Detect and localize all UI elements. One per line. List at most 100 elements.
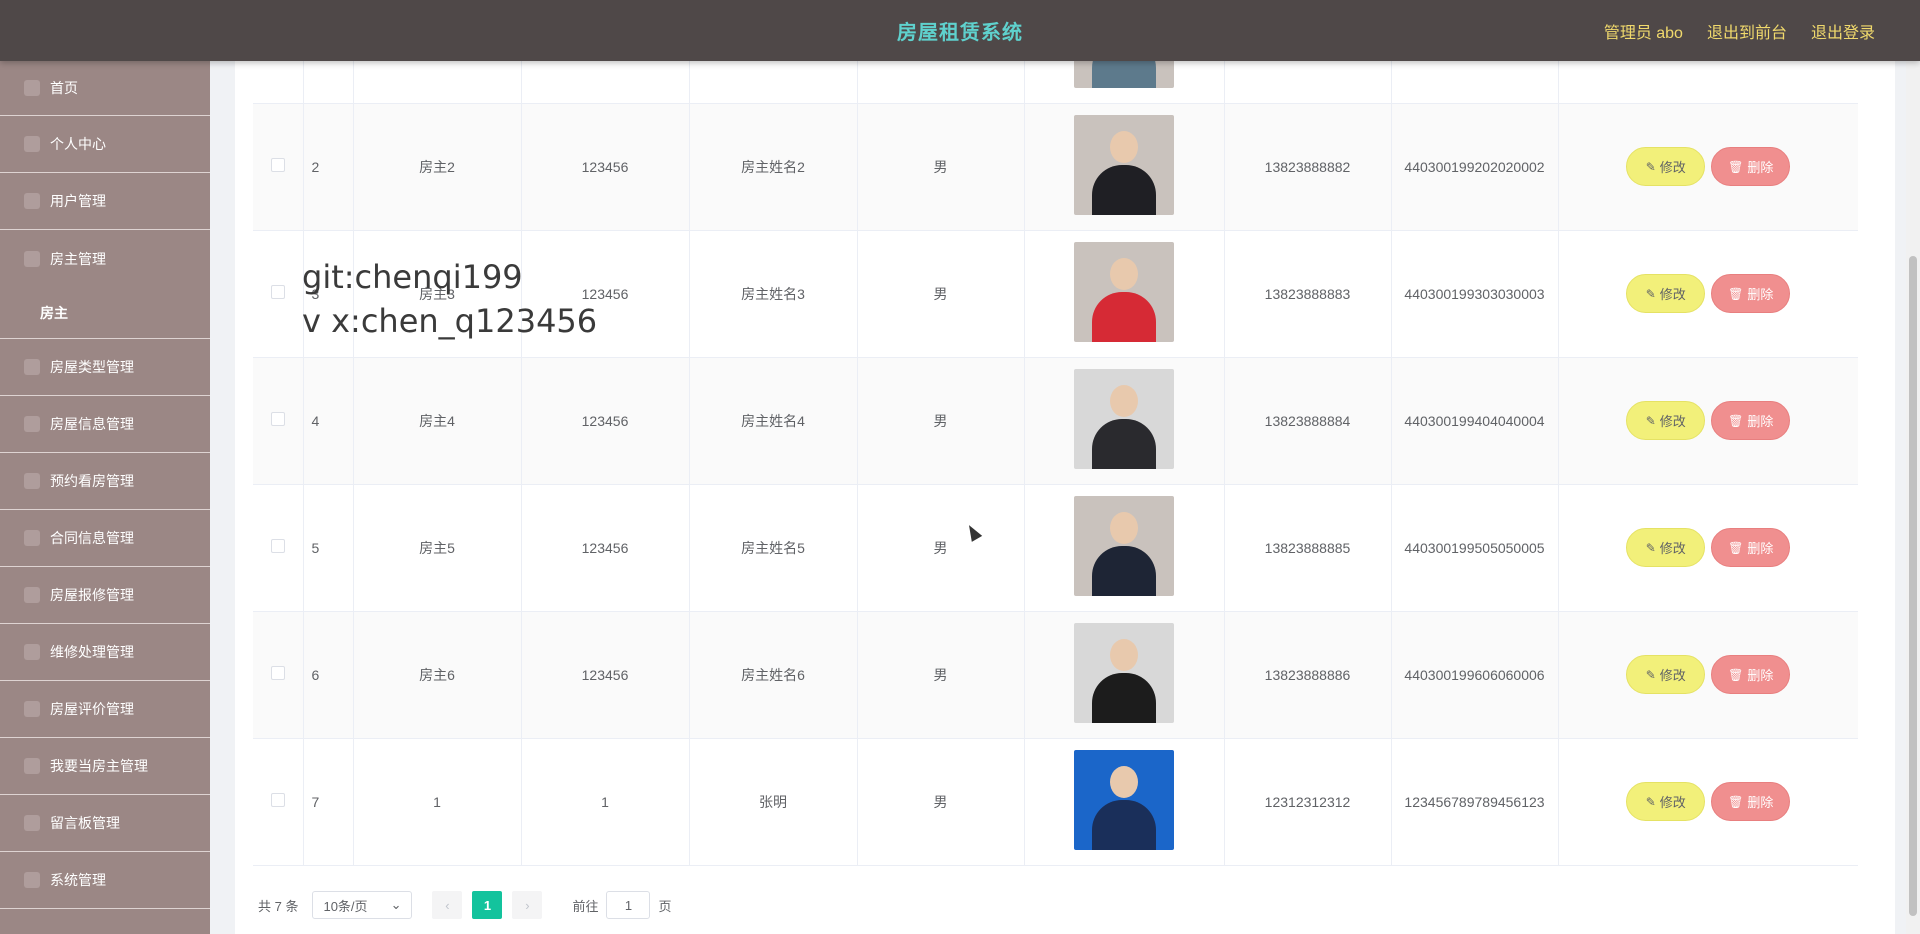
photo-body [1092, 673, 1156, 723]
goto-suffix: 页 [658, 898, 672, 914]
row-index: 4 [303, 357, 354, 485]
prev-page-button[interactable]: ‹ [432, 891, 463, 919]
page-scrollbar[interactable] [1906, 61, 1920, 934]
page-number-button[interactable]: 1 [472, 891, 503, 919]
row-checkbox[interactable] [270, 412, 285, 426]
edit-icon [24, 701, 40, 717]
sidebar-item-label: 房屋类型管理 [50, 359, 134, 375]
sidebar-item-label: 我要当房主管理 [50, 758, 148, 774]
row-checkbox[interactable] [270, 158, 285, 172]
photo-head [1110, 385, 1138, 417]
scrollbar-thumb[interactable] [1909, 256, 1917, 916]
row-index [303, 61, 354, 104]
back-to-front-link[interactable]: 退出到前台 [1707, 19, 1787, 43]
sidebar-item-repairs[interactable]: 房屋报修管理 [0, 567, 210, 624]
landlord-phone: 13823888883 [1224, 230, 1392, 358]
landlord-account: 房主5 [353, 484, 522, 612]
sidebar-item-become-landlord[interactable]: 我要当房主管理 [0, 738, 210, 795]
landlord-phone [1224, 61, 1392, 104]
row-actions: ✎修改🗑删除 [1558, 357, 1858, 485]
trash-icon: 🗑 [1728, 413, 1744, 428]
row-checkbox[interactable] [270, 539, 285, 553]
landlord-phone: 13823888884 [1224, 357, 1392, 485]
row-index: 6 [303, 611, 354, 739]
sidebar-item-contracts[interactable]: 合同信息管理 [0, 510, 210, 567]
table-row: 2 房主2 123456 房主姓名2 男 13823888882 4403001992020… [253, 103, 1858, 231]
photo-body [1092, 419, 1156, 469]
photo-body [1092, 546, 1156, 596]
person-icon [24, 587, 40, 603]
page-size-select[interactable]: 10条/页 ⌄ [312, 891, 413, 919]
goto-prefix: 前往 [572, 898, 599, 914]
sidebar-subitem-landlord[interactable]: 房主 [0, 287, 210, 339]
table-row: 6 房主6 123456 房主姓名6 男 13823888886 4403001996060… [253, 611, 1858, 739]
sidebar-item-label: 用户管理 [50, 193, 106, 209]
delete-button[interactable]: 🗑 删除 [1711, 782, 1791, 821]
row-checkbox[interactable] [270, 666, 285, 680]
message-icon [24, 815, 40, 831]
sidebar-item-label: 留言板管理 [50, 815, 120, 831]
landlord-password: 123456 [521, 611, 690, 739]
landlord-table: 1✎修改🗑删除2房主2123456房主姓名2男13823888882440300… [253, 61, 1858, 866]
photo-head [1110, 131, 1138, 163]
grid-icon [24, 758, 40, 774]
landlord-account: 房主2 [353, 103, 522, 231]
sidebar-item-profile[interactable]: 个人中心 [0, 116, 210, 173]
sidebar-item-maintenance[interactable]: 维修处理管理 [0, 624, 210, 681]
landlord-name: 房主姓名5 [689, 484, 858, 612]
landlord-account: 1 [353, 738, 522, 866]
sidebar-item-system[interactable]: 系统管理 [0, 852, 210, 909]
logout-link[interactable]: 退出登录 [1811, 19, 1875, 43]
goto-page: 前往 1 页 [572, 891, 672, 919]
row-index: 7 [303, 738, 354, 866]
landlord-photo-cell [1024, 61, 1225, 104]
edit-label: 修改 [1659, 287, 1686, 302]
goto-page-input[interactable]: 1 [606, 891, 651, 919]
trash-icon: 🗑 [1728, 667, 1744, 682]
landlord-photo [1074, 369, 1174, 469]
landlord-account: 房主6 [353, 611, 522, 739]
person-icon [24, 473, 40, 489]
landlord-password: 1 [521, 738, 690, 866]
edit-button[interactable]: ✎ 修改 [1626, 655, 1706, 694]
row-checkbox[interactable] [270, 285, 285, 299]
photo-head [1110, 512, 1138, 544]
landlord-photo-cell [1024, 738, 1225, 866]
row-checkbox-cell [253, 230, 304, 358]
photo-body [1092, 800, 1156, 850]
row-actions: ✎修改🗑删除 [1558, 484, 1858, 612]
delete-button[interactable]: 🗑 删除 [1711, 274, 1791, 313]
delete-label: 删除 [1747, 414, 1774, 429]
row-actions: ✎修改🗑删除 [1558, 738, 1858, 866]
list-icon [24, 250, 40, 267]
sidebar-item-users[interactable]: 用户管理 [0, 173, 210, 230]
grid-icon [24, 644, 40, 660]
sidebar-item-house-types[interactable]: 房屋类型管理 [0, 339, 210, 396]
delete-button[interactable]: 🗑 删除 [1711, 401, 1791, 440]
landlord-password: 123456 [521, 484, 690, 612]
edit-button[interactable]: ✎ 修改 [1626, 782, 1706, 821]
landlord-id-card: 440300199404040004 [1391, 357, 1559, 485]
sidebar-item-landlords[interactable]: 房主管理 [0, 230, 210, 287]
landlord-photo [1074, 750, 1174, 850]
next-page-button[interactable]: › [512, 891, 543, 919]
sidebar-item-reviews[interactable]: 房屋评价管理 [0, 681, 210, 738]
sidebar-item-viewings[interactable]: 预约看房管理 [0, 453, 210, 510]
photo-body [1092, 165, 1156, 215]
trash-icon: 🗑 [1728, 286, 1744, 301]
edit-button[interactable]: ✎ 修改 [1626, 528, 1706, 567]
delete-button[interactable]: 🗑 删除 [1711, 528, 1791, 567]
photo-head [1110, 766, 1138, 798]
sidebar-item-label: 房屋报修管理 [50, 587, 134, 603]
row-checkbox[interactable] [270, 793, 285, 807]
sidebar-item-home[interactable]: 首页 [0, 61, 210, 116]
edit-button[interactable]: ✎ 修改 [1626, 147, 1706, 186]
sidebar-item-messages[interactable]: 留言板管理 [0, 795, 210, 852]
edit-button[interactable]: ✎ 修改 [1626, 274, 1706, 313]
sidebar-item-house-info[interactable]: 房屋信息管理 [0, 396, 210, 453]
chevron-down-icon: ⌄ [390, 897, 402, 912]
delete-button[interactable]: 🗑 删除 [1711, 147, 1791, 186]
delete-button[interactable]: 🗑 删除 [1711, 655, 1791, 694]
edit-button[interactable]: ✎ 修改 [1626, 401, 1706, 440]
landlord-id-card: 1 [1391, 61, 1559, 104]
